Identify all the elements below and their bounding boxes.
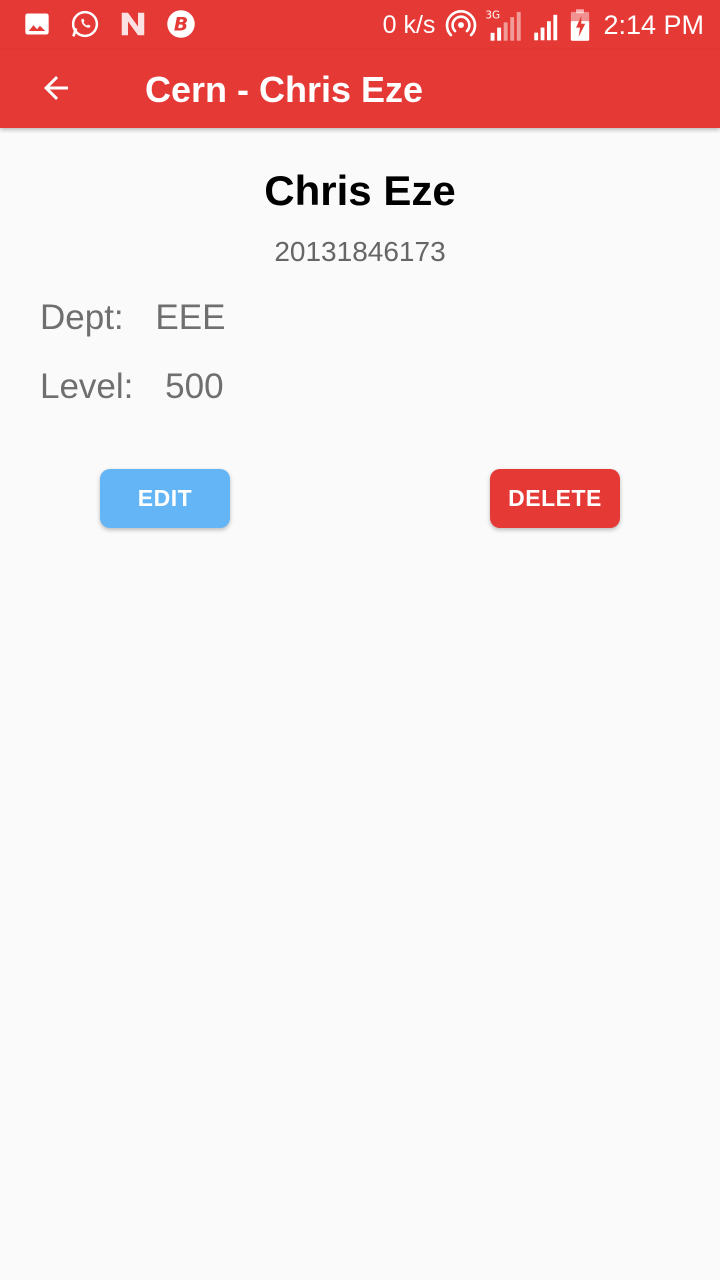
whatsapp-icon — [70, 9, 100, 39]
student-name: Chris Eze — [264, 167, 456, 214]
back-button[interactable] — [36, 70, 76, 110]
level-label: Level: — [40, 367, 134, 406]
notification-icons: B — [22, 9, 214, 39]
arrow-back-icon — [38, 70, 74, 111]
registration-number: 20131846173 — [274, 236, 446, 267]
hotspot-icon — [445, 9, 477, 41]
clock: 2:14 PM — [603, 9, 704, 40]
signal-3g-icon: 3G — [485, 8, 525, 42]
dept-label: Dept: — [40, 298, 124, 337]
gallery-icon — [22, 9, 52, 39]
network-speed: 0 k/s — [382, 10, 436, 39]
battery-charging-icon — [569, 8, 591, 42]
level-row: Level: 500 — [40, 367, 224, 407]
n-app-icon — [118, 9, 148, 39]
dept-value: EEE — [155, 298, 226, 337]
svg-text:3G: 3G — [486, 9, 501, 21]
level-value: 500 — [165, 367, 224, 406]
dept-row: Dept: EEE — [40, 298, 225, 338]
b-app-icon: B — [166, 9, 196, 39]
edit-button[interactable]: EDIT — [100, 469, 230, 528]
delete-button[interactable]: DELETE — [490, 469, 620, 528]
page-title: Cern - Chris Eze — [145, 69, 424, 110]
svg-text:B: B — [174, 14, 188, 35]
app-bar: Cern - Chris Eze — [0, 50, 720, 128]
status-bar: B 0 k/s 3G 2:14 PM — [0, 0, 720, 50]
signal-icon — [533, 8, 561, 42]
